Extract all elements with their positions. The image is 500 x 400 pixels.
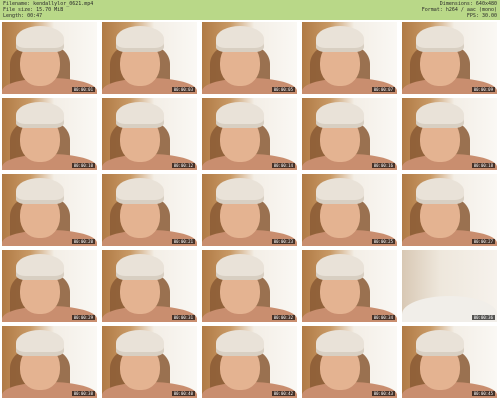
timestamp: 00:00:45 [471,391,495,396]
thumbnail[interactable]: 00:00:14 [202,98,297,170]
timestamp: 00:00:16 [371,163,395,168]
timestamp: 00:00:32 [271,315,295,320]
timestamp: 00:00:05 [271,87,295,92]
thumbnail[interactable]: 00:00:16 [302,98,397,170]
thumbnail[interactable]: 00:00:34 [302,250,397,322]
thumbnail[interactable]: 00:00:31 [102,250,197,322]
fps-text: FPS: 30.00 [466,13,497,19]
timestamp: 00:00:34 [371,315,395,320]
contact-sheet: Filename: kendallylor_0621.mp4 File size… [0,0,500,400]
thumbnail[interactable]: 00:00:12 [102,98,197,170]
thumbnail[interactable]: 00:00:45 [402,326,497,398]
timestamp: 00:00:20 [71,239,95,244]
metadata-left: Filename: kendallylor_0621.mp4 File size… [3,1,93,19]
thumbnail[interactable]: 00:00:10 [2,98,97,170]
thumbnail[interactable]: 00:00:32 [202,250,297,322]
timestamp: 00:00:36 [471,315,495,320]
thumbnail[interactable]: 00:00:03 [102,22,197,94]
thumbnail[interactable]: 00:00:21 [102,174,197,246]
thumbnail[interactable]: 00:00:43 [302,326,397,398]
thumbnail[interactable]: 00:00:18 [402,98,497,170]
timestamp: 00:00:40 [171,391,195,396]
thumbnail[interactable]: 00:00:38 [2,326,97,398]
timestamp: 00:00:23 [271,239,295,244]
metadata-header: Filename: kendallylor_0621.mp4 File size… [0,0,500,20]
timestamp: 00:00:31 [171,315,195,320]
thumbnail[interactable]: 00:00:27 [402,174,497,246]
timestamp: 00:00:01 [71,87,95,92]
thumbnail[interactable]: 00:00:07 [302,22,397,94]
timestamp: 00:00:18 [471,163,495,168]
thumbnail[interactable]: 00:00:05 [202,22,297,94]
timestamp: 00:00:38 [71,391,95,396]
timestamp: 00:00:25 [371,239,395,244]
thumbnail[interactable]: 00:00:20 [2,174,97,246]
timestamp: 00:00:03 [171,87,195,92]
timestamp: 00:00:14 [271,163,295,168]
timestamp: 00:00:10 [71,163,95,168]
timestamp: 00:00:42 [271,391,295,396]
timestamp: 00:00:21 [171,239,195,244]
thumbnail[interactable]: 00:00:01 [2,22,97,94]
thumbnail[interactable]: 00:00:42 [202,326,297,398]
thumbnail[interactable]: 00:00:40 [102,326,197,398]
timestamp: 00:00:12 [171,163,195,168]
thumbnail[interactable]: 00:00:25 [302,174,397,246]
timestamp: 00:00:27 [471,239,495,244]
thumbnail[interactable]: 00:00:23 [202,174,297,246]
length-text: Length: 00:47 [3,13,43,19]
timestamp: 00:00:43 [371,391,395,396]
timestamp: 00:00:29 [71,315,95,320]
thumbnail[interactable]: 00:00:29 [2,250,97,322]
thumbnail-grid: 00:00:01 00:00:03 00:00:05 00:00:07 00:0… [2,22,498,398]
thumbnail[interactable]: 00:00:09 [402,22,497,94]
timestamp: 00:00:09 [471,87,495,92]
thumbnail[interactable]: 00:00:36 [402,250,497,322]
metadata-right: Dimensions: 640x480 Format: h264 / aac (… [422,1,497,19]
timestamp: 00:00:07 [371,87,395,92]
